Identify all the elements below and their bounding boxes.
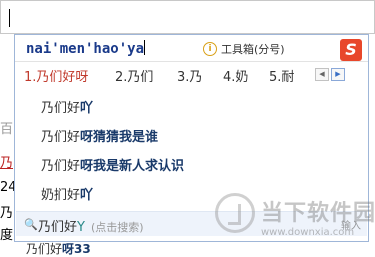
- candidate-pager: ◀ ▶: [315, 68, 345, 81]
- bg-char: 百: [0, 122, 14, 137]
- candidate-4[interactable]: 4.奶: [223, 66, 248, 85]
- info-icon: i: [203, 42, 217, 56]
- bg-char: 度: [0, 228, 14, 243]
- page-next-icon[interactable]: ▶: [331, 68, 345, 81]
- pinyin-text: nai'men'hao'ya: [26, 40, 146, 57]
- association-item[interactable]: 乃们好呀我是新人求认识: [41, 155, 184, 174]
- bg-char: 乃: [0, 206, 14, 221]
- candidate-5[interactable]: 5.耐: [269, 66, 294, 85]
- pinyin-composition-row: nai'men'hao'ya i 工具箱(分号) S: [15, 35, 368, 61]
- ime-candidate-window: nai'men'hao'ya i 工具箱(分号) S 1.乃们好呀 2.乃们 3…: [14, 34, 369, 242]
- toolbox-button[interactable]: i 工具箱(分号): [203, 41, 285, 57]
- background-page-fragment: 百 乃 24 乃 度: [0, 34, 17, 253]
- sogou-logo-icon[interactable]: S: [340, 39, 362, 61]
- search-suggestion-row[interactable]: 🔍 乃们好Y (点击搜索): [16, 211, 367, 236]
- text-caret: [9, 9, 10, 27]
- search-suggestion-text[interactable]: 乃们好Y (点击搜索): [38, 216, 144, 235]
- bg-link-char[interactable]: 乃: [0, 152, 13, 171]
- divider: [15, 61, 368, 62]
- association-item[interactable]: 奶扪好吖: [41, 184, 93, 203]
- candidate-2[interactable]: 2.乃们: [115, 66, 153, 85]
- candidate-list: 1.乃们好呀 2.乃们 3.乃 4.奶 5.耐: [15, 64, 315, 86]
- page-prev-icon[interactable]: ◀: [315, 68, 329, 81]
- association-item[interactable]: 乃们好吖: [41, 97, 93, 116]
- text-input-field[interactable]: [0, 0, 375, 34]
- composition-caret: [144, 40, 146, 55]
- association-item-partial[interactable]: 乃们好呀33: [26, 240, 91, 257]
- toolbox-label: 工具箱(分号): [221, 43, 285, 56]
- candidate-1[interactable]: 1.乃们好呀: [24, 66, 88, 85]
- search-icon: 🔍: [24, 218, 38, 231]
- association-item[interactable]: 乃们好呀猜猜我是谁: [41, 126, 158, 145]
- candidate-3[interactable]: 3.乃: [177, 66, 202, 85]
